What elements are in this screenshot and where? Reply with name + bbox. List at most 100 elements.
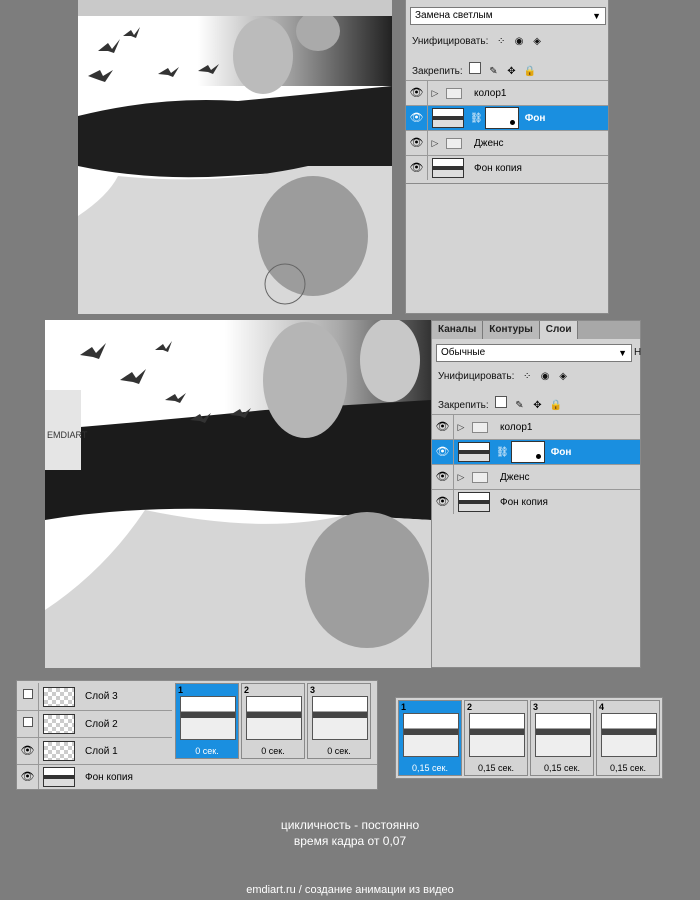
layer-name: Фон <box>524 112 546 124</box>
frame-delay[interactable]: 0 сек. <box>246 746 300 756</box>
layer-name: колор1 <box>500 421 533 433</box>
anim-layer-row[interactable]: Слой 2 <box>17 710 172 737</box>
main-canvas[interactable]: EMDIART <box>45 320 431 668</box>
lock-label: Закрепить: <box>412 66 463 77</box>
chain-link-icon[interactable]: ⛓ <box>496 447 509 458</box>
layer-name: Слой 3 <box>85 691 118 702</box>
eye-icon[interactable]: 👁 <box>406 131 428 155</box>
lock-transparency-icon[interactable] <box>469 62 482 74</box>
eye-icon[interactable]: 👁 <box>406 156 428 180</box>
layer-row-kolor1[interactable]: 👁 ▷ колор1 <box>406 80 608 105</box>
main-artwork: EMDIART <box>45 320 431 668</box>
lock-all-icon[interactable]: 🔒 <box>549 400 561 412</box>
anim-layer-row[interactable]: 👁 Фон копия <box>17 764 377 789</box>
unify-visibility-icon[interactable]: ◉ <box>539 371 551 383</box>
anim-layer-row[interactable]: 👁 Слой 1 <box>17 737 172 764</box>
eye-icon[interactable]: 👁 <box>406 81 428 105</box>
timeline-frame[interactable]: 3 0,15 сек. <box>530 700 594 776</box>
frame-delay[interactable]: 0 сек. <box>312 746 366 756</box>
frame-delay[interactable]: 0,15 сек. <box>535 763 589 773</box>
tab-channels[interactable]: Каналы <box>432 321 484 339</box>
eye-icon[interactable]: 👁 <box>432 415 454 439</box>
lock-all-icon[interactable]: 🔒 <box>523 66 535 78</box>
timeline-frame[interactable]: 2 0 сек. <box>241 683 305 759</box>
frame-delay[interactable]: 0,15 сек. <box>469 763 523 773</box>
eye-icon[interactable]: 👁 <box>432 440 454 464</box>
timeline-frame[interactable]: 4 0,15 сек. <box>596 700 660 776</box>
expand-triangle-icon[interactable]: ▷ <box>454 472 468 483</box>
anim-layers-panel: Слой 3 Слой 2 👁 Слой 1 👁 Фон копия 1 0 с… <box>16 680 378 790</box>
layer-row-fon-copy[interactable]: 👁 Фон копия <box>406 155 608 180</box>
lock-row: Закрепить: ✎ ✥ 🔒 <box>438 396 567 412</box>
layer-thumbnail <box>43 714 75 734</box>
chain-link-icon[interactable]: ⛓ <box>470 113 483 124</box>
top-artwork <box>78 16 392 314</box>
frame-delay[interactable]: 0 сек. <box>180 746 234 756</box>
anim-layer-row[interactable]: Слой 3 <box>17 683 172 710</box>
expand-triangle-icon[interactable]: ▷ <box>454 422 468 433</box>
lock-transparency-icon[interactable] <box>495 396 508 408</box>
footer-credit: emdiart.ru / создание анимации из видео <box>246 884 454 896</box>
layer-name: колор1 <box>474 87 507 99</box>
lock-brush-icon[interactable]: ✎ <box>487 66 499 78</box>
unify-label: Унифицировать: <box>412 36 489 47</box>
lock-move-icon[interactable]: ✥ <box>505 66 517 78</box>
layer-row-fon-copy[interactable]: 👁 Фон копия <box>432 489 640 514</box>
layer-mask-thumbnail[interactable] <box>510 441 545 463</box>
layer-row-kolor1[interactable]: 👁 ▷ колор1 <box>432 414 640 439</box>
watermark-text: EMDIART <box>47 430 88 440</box>
layer-name: Слой 1 <box>85 745 118 757</box>
eye-icon[interactable]: 👁 <box>17 765 39 789</box>
expand-triangle-icon[interactable]: ▷ <box>428 138 442 149</box>
eye-icon[interactable]: 👁 <box>17 738 39 764</box>
frame-number: 2 <box>244 685 250 695</box>
eye-icon[interactable]: 👁 <box>432 490 454 514</box>
unify-position-icon[interactable]: ⁘ <box>521 371 533 383</box>
frame-number: 3 <box>310 685 316 695</box>
timeline-frame[interactable]: 3 0 сек. <box>307 683 371 759</box>
layer-row-jens[interactable]: 👁 ▷ Дженс <box>432 464 640 489</box>
lock-brush-icon[interactable]: ✎ <box>513 400 525 412</box>
visibility-checkbox[interactable] <box>17 711 39 737</box>
top-layers-panel: Замена светлым ▼ Унифицировать: ⁘ ◉ ◈ Закр… <box>405 0 609 184</box>
tab-layers[interactable]: Слои <box>539 321 579 339</box>
blend-mode-value: Замена светлым <box>415 10 493 21</box>
frame-thumbnail <box>601 713 657 757</box>
frame-delay[interactable]: 0,15 сек. <box>403 763 457 773</box>
folder-icon <box>472 471 488 483</box>
frame-thumbnail <box>469 713 525 757</box>
layer-thumbnail <box>43 686 75 707</box>
eye-icon[interactable]: 👁 <box>406 106 428 130</box>
timeline-frame[interactable]: 1 0,15 сек. <box>398 700 462 776</box>
layer-thumbnail <box>432 108 464 128</box>
layer-row-jens[interactable]: 👁 ▷ Дженс <box>406 130 608 155</box>
layer-name: Слой 2 <box>85 718 118 730</box>
tab-paths[interactable]: Контуры <box>483 321 540 339</box>
eye-icon[interactable]: 👁 <box>432 465 454 489</box>
layer-row-fon[interactable]: 👁 ⛓ Фон <box>432 439 640 464</box>
lock-move-icon[interactable]: ✥ <box>531 400 543 412</box>
lock-label: Закрепить: <box>438 400 489 411</box>
layer-name: Фон <box>550 446 572 458</box>
timeline-frame[interactable]: 1 0 сек. <box>175 683 239 759</box>
layer-mask-thumbnail[interactable] <box>484 107 519 129</box>
top-canvas[interactable] <box>78 16 392 314</box>
frame-delay[interactable]: 0,15 сек. <box>601 763 655 773</box>
blend-mode-select[interactable]: Замена светлым ▼ <box>410 7 606 25</box>
layer-thumbnail <box>43 767 75 787</box>
timeline-frame[interactable]: 2 0,15 сек. <box>464 700 528 776</box>
layer-name: Дженс <box>500 471 530 483</box>
folder-icon <box>472 421 488 433</box>
expand-triangle-icon[interactable]: ▷ <box>428 88 442 99</box>
unify-position-icon[interactable]: ⁘ <box>495 36 507 48</box>
unify-row: Унифицировать: ⁘ ◉ ◈ <box>438 371 575 383</box>
visibility-checkbox[interactable] <box>17 683 39 710</box>
frame-thumbnail <box>535 713 591 757</box>
unify-style-icon[interactable]: ◈ <box>531 36 543 48</box>
layer-name: Фон копия <box>500 496 548 508</box>
unify-style-icon[interactable]: ◈ <box>557 371 569 383</box>
unify-visibility-icon[interactable]: ◉ <box>513 36 525 48</box>
blend-mode-select[interactable]: Обычные ▼ <box>436 344 632 362</box>
unify-label: Унифицировать: <box>438 371 515 382</box>
layer-row-fon[interactable]: 👁 ⛓ Фон <box>406 105 608 130</box>
